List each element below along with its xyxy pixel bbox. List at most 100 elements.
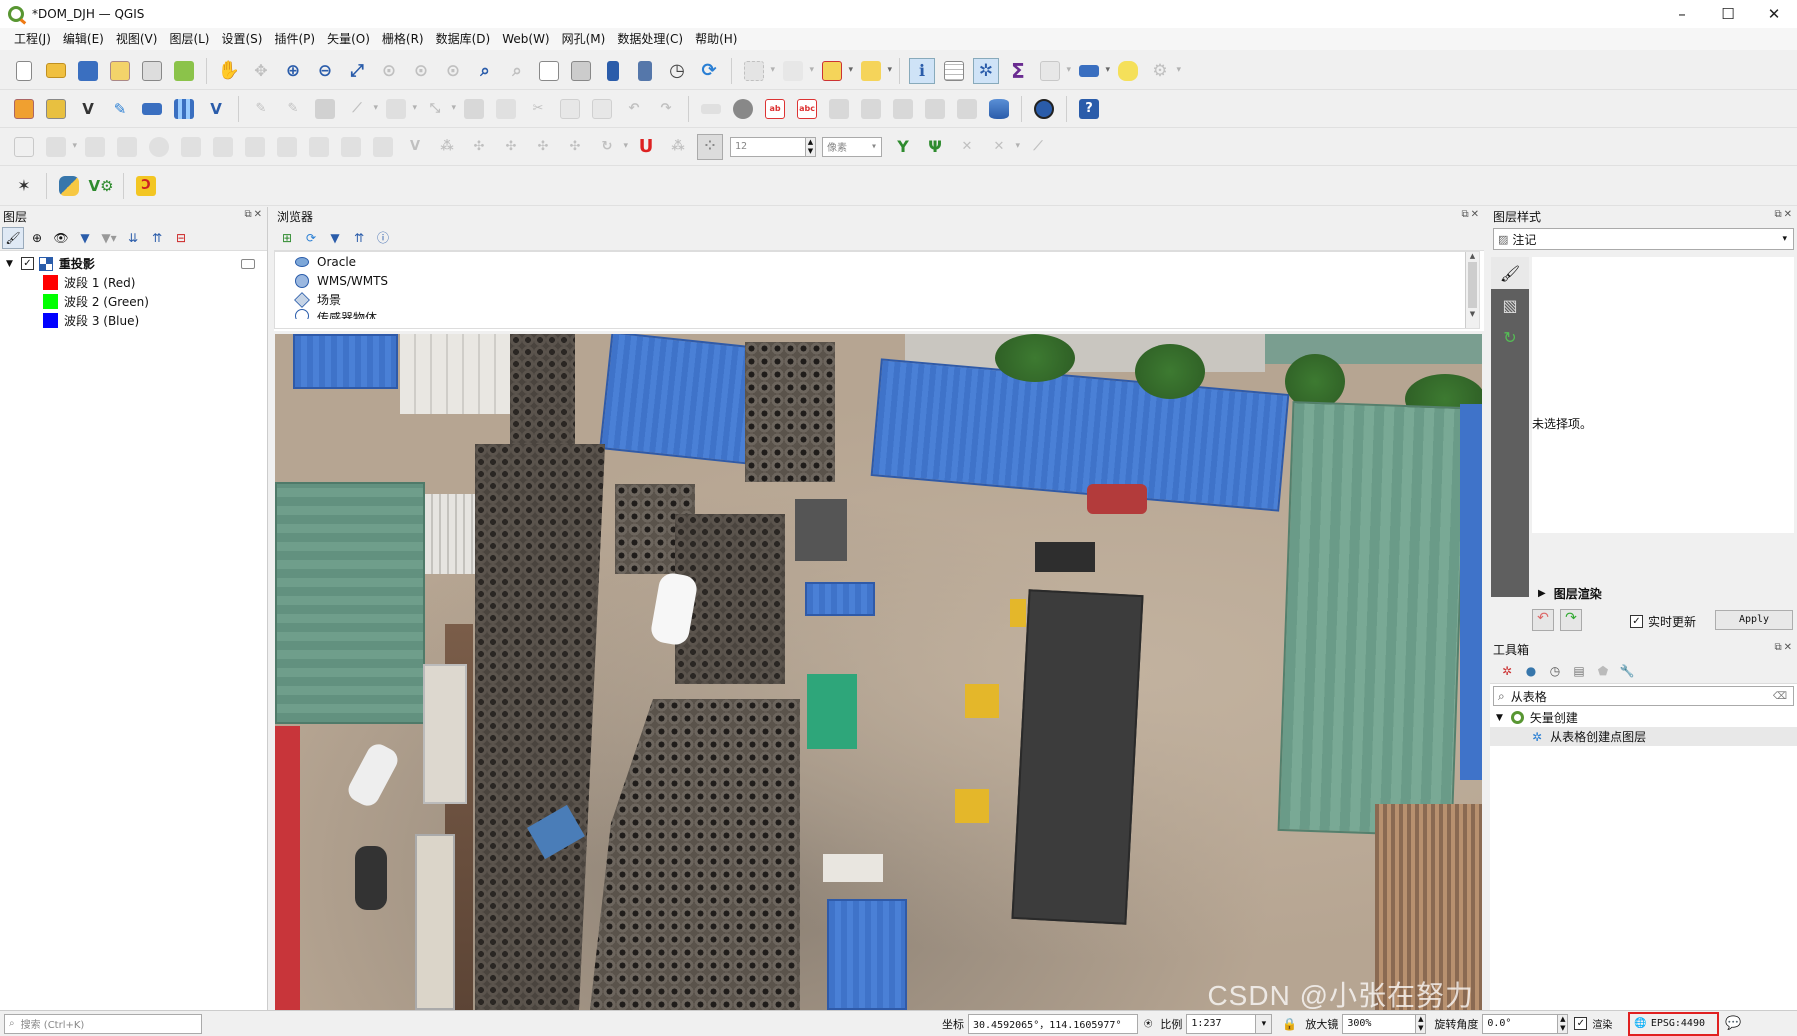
reshape-features-icon[interactable] (210, 134, 236, 160)
select-location-icon[interactable] (858, 58, 892, 84)
toggle-extents-icon[interactable]: ⍟ (1144, 1016, 1152, 1032)
current-edits-icon[interactable]: ✎ (248, 96, 274, 122)
label-toolbar-icon[interactable] (698, 96, 724, 122)
clear-search-icon[interactable]: ⌫ (1773, 691, 1787, 702)
pan-to-selection-icon[interactable]: ✥ (248, 58, 274, 84)
python-console-icon[interactable] (56, 173, 82, 199)
add-selected-layers-icon[interactable]: ⊞ (276, 227, 298, 249)
snap-tolerance-input[interactable]: 12 (730, 136, 806, 157)
filter-by-expression-icon[interactable]: ▼▾ (98, 227, 120, 249)
map-canvas[interactable]: CSDN @小张在努力 (275, 334, 1482, 1010)
plugin-builder-icon[interactable]: V⚙ (88, 173, 114, 199)
delete-part-icon[interactable] (178, 134, 204, 160)
snap-tolerance-spin[interactable]: ▲ ▼ (806, 136, 816, 157)
pan-hand-icon[interactable]: ✋ (216, 58, 242, 84)
deselect-features-icon[interactable] (819, 58, 853, 84)
open-attribute-table-icon[interactable] (941, 58, 967, 84)
refresh-icon[interactable]: ⟳ (696, 58, 722, 84)
render-checkbox[interactable]: ✓ (1574, 1017, 1588, 1030)
self-snapping-icon[interactable]: ✕ (954, 134, 980, 160)
highlight-pinned-labels-icon[interactable]: abc (794, 96, 820, 122)
move-feature-icon[interactable]: ✣ (530, 134, 556, 160)
metasearch-icon[interactable] (1031, 96, 1057, 122)
chevron-right-icon[interactable]: ▶ (1538, 588, 1546, 599)
menu-processing[interactable]: 数据处理(C) (611, 28, 689, 50)
new-geopackage-layer-icon[interactable] (43, 96, 69, 122)
open-project-icon[interactable] (43, 58, 69, 84)
avoid-overlap-icon[interactable]: Ψ (922, 134, 948, 160)
merge-features-icon[interactable] (338, 134, 364, 160)
live-update-toggle[interactable]: ✓ 实时更新 (1630, 613, 1696, 630)
snapping-magnet-icon[interactable]: U (633, 134, 659, 160)
magnifier-spin[interactable]: ▲ ▼ (1416, 1013, 1427, 1034)
rotate-point-symbols-icon[interactable]: V (402, 134, 428, 160)
panel-float-close-icon[interactable]: ⧉✕ (1774, 209, 1794, 220)
lock-scale-icon[interactable]: 🔒 (1282, 1017, 1297, 1031)
vertex-tool-icon[interactable] (383, 96, 417, 122)
scroll-down-icon[interactable]: ▼ (1466, 310, 1479, 318)
menu-web[interactable]: Web(W) (496, 28, 555, 50)
undo-style-icon[interactable]: ↶ (1532, 609, 1554, 631)
toolbox-group-row[interactable]: ▼ 矢量创建 (1490, 708, 1797, 727)
browser-scrollbar[interactable]: ▲ ▼ (1465, 252, 1479, 328)
panel-float-close-icon[interactable]: ⧉✕ (244, 209, 264, 220)
menu-vector[interactable]: 矢量(O) (321, 28, 376, 50)
select-features-icon[interactable] (741, 58, 775, 84)
chevron-down-icon[interactable]: ▼ (6, 259, 13, 269)
topological-editing-icon[interactable]: Y (890, 134, 916, 160)
close-button[interactable]: ✕ (1751, 0, 1797, 28)
menu-raster[interactable]: 栅格(R) (376, 28, 430, 50)
expand-all-icon[interactable]: ⇊ (122, 227, 144, 249)
identify-features-icon[interactable]: ℹ (909, 57, 935, 84)
scrollbar-thumb[interactable] (1468, 262, 1477, 308)
toolbox-algorithm-row[interactable]: ✲ 从表格创建点图层 (1490, 727, 1797, 746)
transparency-icon[interactable]: ▧ (1491, 289, 1529, 321)
symbology-brush-icon[interactable]: 🖌 (1491, 257, 1529, 289)
layout-manager-icon[interactable] (139, 58, 165, 84)
copy-features-icon[interactable] (557, 96, 583, 122)
remove-layer-icon[interactable]: ⊟ (170, 227, 192, 249)
add-raster-layer-icon[interactable] (171, 96, 197, 122)
show-hide-labels-icon[interactable] (922, 96, 948, 122)
new-project-icon[interactable] (11, 58, 37, 84)
toggle-editing-icon[interactable]: ✎ (280, 96, 306, 122)
help-icon[interactable]: ? (1076, 96, 1102, 122)
pin-labels-icon[interactable]: ab (762, 96, 788, 122)
save-edits-icon[interactable] (312, 96, 338, 122)
snapping-mode-icon[interactable]: ⁘ (697, 133, 723, 160)
move-label-icon[interactable] (826, 96, 852, 122)
annotation-icon[interactable]: ⚙ (1147, 58, 1181, 84)
statistical-summary-icon[interactable]: Σ (1005, 58, 1031, 84)
results-viewer-icon[interactable]: ▤ (1568, 660, 1590, 682)
browser-item-oracle[interactable]: Oracle (275, 252, 1479, 271)
models-gear-icon[interactable]: ✲ (1496, 660, 1518, 682)
new-3d-map-view-icon[interactable] (568, 58, 594, 84)
chevron-down-icon[interactable]: ▾ (1782, 234, 1787, 244)
undo-icon[interactable]: ↶ (621, 96, 647, 122)
magic-wand-icon[interactable]: ✶ (11, 173, 37, 199)
offset-point-symbols-icon[interactable]: ⁂ (434, 134, 460, 160)
show-bookmarks-icon[interactable] (632, 58, 658, 84)
chevron-down-icon[interactable]: ▾ (1256, 1013, 1273, 1034)
layer-tree-row[interactable]: ▼ ✓ 重投影 (0, 254, 267, 273)
refresh-icon[interactable]: ⟳ (300, 227, 322, 249)
zoom-to-selection-icon[interactable]: ⊙ (376, 58, 402, 84)
layer-visibility-checkbox[interactable]: ✓ (20, 257, 34, 270)
options-wrench-icon[interactable]: 🔧 (1616, 660, 1638, 682)
label-properties-icon[interactable] (954, 96, 980, 122)
menu-view[interactable]: 视图(V) (110, 28, 164, 50)
paste-features-icon[interactable] (589, 96, 615, 122)
rotation-field[interactable]: 0.0° (1482, 1013, 1559, 1034)
menu-layer[interactable]: 图层(L) (163, 28, 215, 50)
new-bookmark-icon[interactable] (600, 58, 626, 84)
zoom-in-icon[interactable]: ⊕ (280, 58, 306, 84)
scripts-python-icon[interactable]: ● (1520, 660, 1542, 682)
zoom-native-icon[interactable]: ⊙ (440, 58, 466, 84)
layer-labeling-options-icon[interactable] (730, 96, 756, 122)
snapping-vertex-icon[interactable]: ⁂ (665, 134, 691, 160)
attribute-table-dropdown-icon[interactable] (1037, 58, 1071, 84)
plugin-highlight-icon[interactable]: Ↄ (133, 173, 159, 199)
add-ring-icon[interactable] (43, 134, 77, 160)
layer-indicator-icon[interactable] (241, 258, 255, 269)
new-shapefile-layer-icon[interactable]: V (75, 96, 101, 122)
